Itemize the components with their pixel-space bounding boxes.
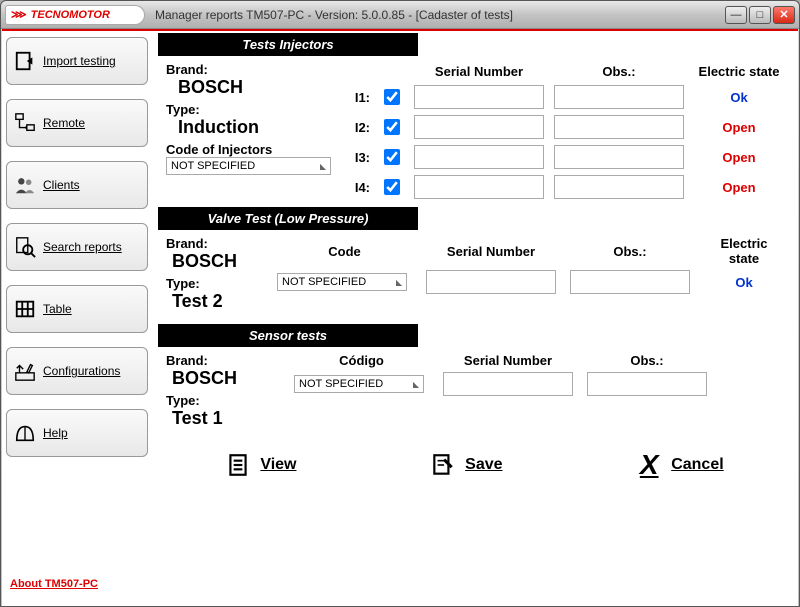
type-label: Type: (166, 102, 334, 117)
injector-state: Open (694, 150, 784, 165)
sidebar-item-help[interactable]: Help (6, 409, 148, 457)
code-header: Código (294, 353, 429, 368)
serial-number-header: Serial Number (426, 244, 556, 259)
section-title-sensor: Sensor tests (158, 324, 418, 347)
import-icon (13, 49, 37, 73)
obs-header: Obs.: (554, 64, 684, 79)
injector-serial-input[interactable] (414, 85, 544, 109)
brand-value: BOSCH (172, 251, 269, 272)
valve-obs-input[interactable] (570, 270, 690, 294)
configurations-icon (13, 359, 37, 383)
save-label: Save (465, 456, 502, 474)
type-label: Type: (166, 393, 286, 408)
injector-serial-input[interactable] (414, 145, 544, 169)
code-of-injectors-select[interactable]: NOT SPECIFIED (166, 157, 331, 175)
injector-row-label: I2: (342, 120, 370, 135)
help-icon (13, 421, 37, 445)
sidebar-item-label: Clients (43, 178, 80, 192)
logo: TECNOMOTOR (5, 5, 145, 25)
injector-row-label: I1: (342, 90, 370, 105)
sensor-serial-input[interactable] (443, 372, 573, 396)
injector-row-label: I3: (342, 150, 370, 165)
injector-state: Ok (694, 90, 784, 105)
brand-value: BOSCH (178, 77, 334, 98)
electric-state-header: Electric state (704, 236, 784, 266)
injector-checkbox[interactable] (384, 89, 400, 105)
injector-checkbox[interactable] (384, 179, 400, 195)
table-icon (13, 297, 37, 321)
view-icon (224, 451, 252, 479)
code-of-injectors-label: Code of Injectors (166, 142, 334, 157)
maximize-button[interactable]: □ (749, 6, 771, 24)
serial-number-header: Serial Number (443, 353, 573, 368)
sidebar-item-label: Table (43, 302, 72, 316)
injector-serial-input[interactable] (414, 115, 544, 139)
injector-obs-input[interactable] (554, 145, 684, 169)
section-title-valve: Valve Test (Low Pressure) (158, 207, 418, 230)
save-icon (429, 451, 457, 479)
type-value: Induction (178, 117, 334, 138)
cancel-icon: X (635, 451, 663, 479)
valve-state: Ok (704, 275, 784, 290)
sidebar-item-label: Search reports (43, 240, 122, 254)
valve-serial-input[interactable] (426, 270, 556, 294)
brand-value: BOSCH (172, 368, 286, 389)
sidebar-item-clients[interactable]: Clients (6, 161, 148, 209)
section-title-injectors: Tests Injectors (158, 33, 418, 56)
brand-label: Brand: (166, 353, 286, 368)
type-label: Type: (166, 276, 269, 291)
sensor-code-select[interactable]: NOT SPECIFIED (294, 375, 424, 393)
injector-checkbox[interactable] (384, 149, 400, 165)
main-content: Tests Injectors Brand: BOSCH Type: Induc… (152, 31, 798, 606)
serial-number-header: Serial Number (414, 64, 544, 79)
app-window: TECNOMOTOR Manager reports TM507-PC - Ve… (0, 0, 800, 607)
sensor-obs-input[interactable] (587, 372, 707, 396)
view-label: View (260, 456, 296, 474)
search-reports-icon (13, 235, 37, 259)
about-link[interactable]: About TM507-PC (6, 572, 148, 600)
brand-label: Brand: (166, 62, 334, 77)
injector-serial-input[interactable] (414, 175, 544, 199)
injector-obs-input[interactable] (554, 115, 684, 139)
brand-label: Brand: (166, 236, 269, 251)
sidebar-item-label: Configurations (43, 364, 120, 378)
sidebar: Import testing Remote Clients Search rep… (2, 31, 152, 606)
obs-header: Obs.: (570, 244, 690, 259)
sidebar-item-label: Import testing (43, 54, 116, 68)
type-value: Test 1 (172, 408, 286, 429)
sidebar-item-search-reports[interactable]: Search reports (6, 223, 148, 271)
sidebar-item-configurations[interactable]: Configurations (6, 347, 148, 395)
obs-header: Obs.: (587, 353, 707, 368)
titlebar[interactable]: TECNOMOTOR Manager reports TM507-PC - Ve… (1, 1, 799, 29)
code-header: Code (277, 244, 412, 259)
injector-obs-input[interactable] (554, 175, 684, 199)
sidebar-item-table[interactable]: Table (6, 285, 148, 333)
injector-state: Open (694, 180, 784, 195)
sidebar-item-label: Remote (43, 116, 85, 130)
sidebar-item-label: Help (43, 426, 68, 440)
injector-row-label: I4: (342, 180, 370, 195)
clients-icon (13, 173, 37, 197)
view-button[interactable]: View (224, 451, 296, 479)
injector-obs-input[interactable] (554, 85, 684, 109)
cancel-label: Cancel (671, 456, 723, 474)
valve-code-select[interactable]: NOT SPECIFIED (277, 273, 407, 291)
remote-icon (13, 111, 37, 135)
save-button[interactable]: Save (429, 451, 502, 479)
sidebar-item-import-testing[interactable]: Import testing (6, 37, 148, 85)
cancel-button[interactable]: X Cancel (635, 451, 723, 479)
sidebar-item-remote[interactable]: Remote (6, 99, 148, 147)
window-title: Manager reports TM507-PC - Version: 5.0.… (155, 8, 725, 22)
type-value: Test 2 (172, 291, 269, 312)
electric-state-header: Electric state (694, 64, 784, 79)
minimize-button[interactable]: — (725, 6, 747, 24)
injector-checkbox[interactable] (384, 119, 400, 135)
close-button[interactable]: ✕ (773, 6, 795, 24)
injector-state: Open (694, 120, 784, 135)
